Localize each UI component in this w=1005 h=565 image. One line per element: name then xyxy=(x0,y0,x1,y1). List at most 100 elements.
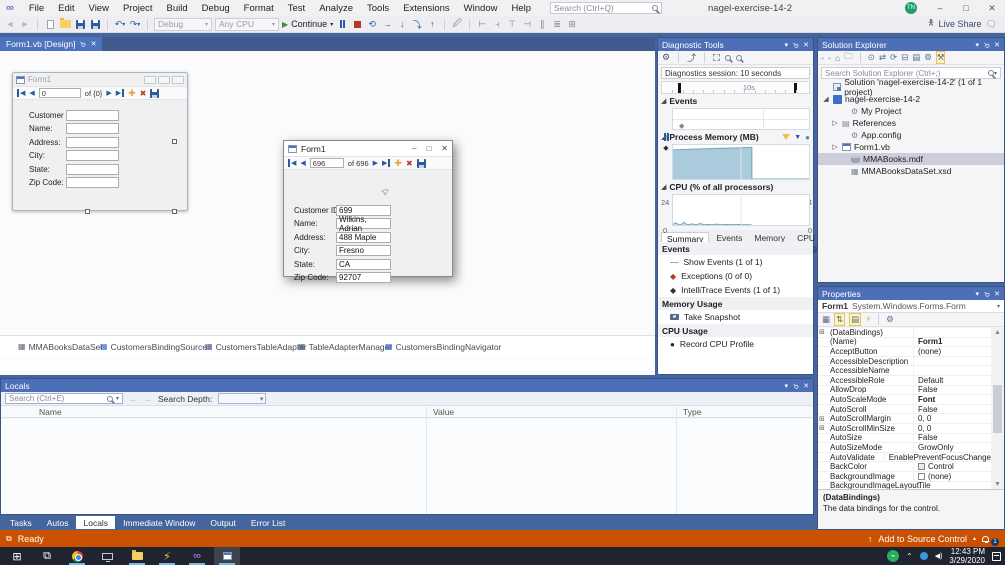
scroll-down-icon[interactable]: ▼ xyxy=(994,481,1001,488)
align-centers-icon[interactable]: ⫞ xyxy=(491,18,503,31)
bottom-tab-tasks[interactable]: Tasks xyxy=(3,516,39,529)
field-textbox[interactable]: Fresno xyxy=(336,245,391,256)
menu-project[interactable]: Project xyxy=(116,3,160,14)
forward-icon[interactable]: ◦ xyxy=(828,53,831,63)
remote-desktop-icon[interactable] xyxy=(94,547,120,565)
field-textbox[interactable]: CA xyxy=(336,258,391,270)
move-last-icon[interactable]: ▶ xyxy=(116,89,125,97)
property-value[interactable]: EnablePreventFocusChange xyxy=(885,453,991,462)
move-next-icon[interactable]: ▶ xyxy=(373,159,378,167)
notifications-bell-icon[interactable] xyxy=(982,535,989,543)
delete-icon[interactable]: ✖ xyxy=(406,159,413,168)
export-icon[interactable]: ⤴ xyxy=(687,51,696,64)
search-previous-icon[interactable]: ← xyxy=(129,394,138,404)
sql-tool-icon[interactable]: ⚡ xyxy=(154,547,180,565)
menu-format[interactable]: Format xyxy=(237,3,281,14)
field-textbox[interactable] xyxy=(66,136,119,148)
visual-studio-icon[interactable]: ∞ xyxy=(184,547,210,565)
menu-extensions[interactable]: Extensions xyxy=(396,3,456,14)
continue-button[interactable]: ▶ Continue ▾ xyxy=(282,18,333,31)
window-menu-icon[interactable]: ▾ xyxy=(975,290,979,298)
field-textbox[interactable] xyxy=(66,177,119,188)
intellitrace-event-marker[interactable]: ◆ xyxy=(679,122,684,130)
selection-tool-icon[interactable] xyxy=(713,54,721,61)
close-button[interactable]: ✕ xyxy=(979,0,1005,16)
reset-zoom-icon[interactable] xyxy=(736,54,743,61)
property-row-backgroundimage[interactable]: BackgroundImage (none) xyxy=(818,472,991,482)
preview-selected-items-icon[interactable]: ⚒ xyxy=(935,51,946,64)
locals-grid-body[interactable] xyxy=(1,419,813,514)
close-icon[interactable]: ✕ xyxy=(994,290,1000,298)
summary-item[interactable]: ◆ IntelliTrace Events (1 of 1) xyxy=(658,283,813,297)
close-icon[interactable]: ✕ xyxy=(803,41,809,49)
taskbar-clock[interactable]: 12:43 PM 3/29/2020 xyxy=(949,547,985,565)
field-textbox[interactable] xyxy=(66,109,119,121)
expander-icon[interactable]: ▷ xyxy=(831,143,839,151)
tray-component-tableadaptermanager[interactable]: ▦ TableAdapterManager xyxy=(298,342,392,352)
menu-file[interactable]: File xyxy=(22,3,51,14)
maximize-button[interactable]: □ xyxy=(426,144,431,153)
bottom-tab-locals[interactable]: Locals xyxy=(76,516,116,529)
show-hidden-icons-chevron[interactable]: ⌃ xyxy=(906,552,913,561)
property-row-autoscalemode[interactable]: AutoScaleMode Font xyxy=(818,395,991,405)
window-menu-icon[interactable]: ▾ xyxy=(784,382,788,390)
pin-icon[interactable]: ⚲ xyxy=(982,289,991,298)
pin-icon[interactable]: ⚲ xyxy=(791,40,800,49)
column-name[interactable]: Name xyxy=(39,407,62,417)
navigate-backward-icon[interactable]: ◄ xyxy=(4,18,16,31)
tree-item-my-project[interactable]: ⚙ My Project xyxy=(818,105,1004,117)
property-value[interactable]: 0, 0 xyxy=(914,424,991,433)
tray-component-mmabooksdataset[interactable]: ▦ MMABooksDataSet xyxy=(18,342,103,352)
expand-icon[interactable]: ⊞ xyxy=(819,328,825,336)
align-tops-icon[interactable]: ⊤ xyxy=(506,18,518,31)
resize-handle-bottom[interactable] xyxy=(85,209,90,214)
summary-item[interactable]: ● Record CPU Profile xyxy=(658,337,813,351)
property-value[interactable]: Form1 xyxy=(914,337,991,346)
solution-platform-select[interactable]: Any CPU ▾ xyxy=(215,17,279,31)
events-section-header[interactable]: ◢ Events xyxy=(658,94,813,108)
property-value[interactable]: False xyxy=(914,405,991,414)
refresh-icon[interactable]: ⟳ xyxy=(890,52,897,63)
align-lefts-icon[interactable]: ⊢ xyxy=(476,18,488,31)
solution-configuration-select[interactable]: Debug ▾ xyxy=(154,17,212,31)
minimize-button[interactable]: – xyxy=(412,144,416,153)
close-icon[interactable]: ✕ xyxy=(803,382,809,390)
undo-icon[interactable]: ↶ ▾ xyxy=(114,18,126,31)
bottom-tab-autos[interactable]: Autos xyxy=(40,516,76,529)
scrollbar-thumb[interactable] xyxy=(993,384,1002,433)
stop-debugging-icon[interactable] xyxy=(351,18,363,31)
redo-icon[interactable]: ↷ ▾ xyxy=(129,18,141,31)
bottom-tab-immediate-window[interactable]: Immediate Window xyxy=(116,516,202,529)
make-horizontal-spacing-equal-icon[interactable]: ≣ xyxy=(551,18,563,31)
property-value[interactable]: Tile xyxy=(914,481,991,489)
cpu-section-header[interactable]: ◢ CPU (% of all processors) xyxy=(658,180,813,194)
make-same-size-icon[interactable]: ⊞ xyxy=(566,18,578,31)
events-icon[interactable]: ⚡ xyxy=(865,314,871,325)
property-row-accessiblerole[interactable]: AccessibleRole Default xyxy=(818,376,991,386)
make-same-width-icon[interactable]: ∥ xyxy=(536,18,548,31)
add-to-source-control-button[interactable]: Add to Source Control xyxy=(878,534,967,544)
running-form-window[interactable]: Form1 – □ ✕ ◀ ◀ 696 of 696 ▶ ▶ ✚ ✖ Custo… xyxy=(283,140,453,283)
snapshot-marker-icon[interactable]: ● xyxy=(805,133,810,142)
position-input[interactable]: 0 xyxy=(38,88,81,98)
start-button[interactable]: ⊞ xyxy=(4,547,30,565)
settings-gear-icon[interactable]: ⚙ xyxy=(662,52,670,63)
form1-app-icon[interactable] xyxy=(214,547,240,565)
alphabetical-icon[interactable]: ⇅ xyxy=(834,313,846,326)
tray-component-customersbindingnavigator[interactable]: ▦ CustomersBindingNavigator xyxy=(385,342,501,352)
menu-help[interactable]: Help xyxy=(504,3,538,14)
file-explorer-icon[interactable] xyxy=(124,547,150,565)
expand-icon[interactable]: ⊞ xyxy=(819,415,825,423)
move-first-icon[interactable]: ◀ xyxy=(288,159,296,167)
show-all-files-icon[interactable]: ▤ xyxy=(912,52,920,63)
add-new-icon[interactable]: ✚ xyxy=(394,158,402,169)
property-row-autoscrollmargin[interactable]: AutoScrollMargin ⊞ 0, 0 xyxy=(818,414,991,424)
categorized-icon[interactable]: ▦ xyxy=(822,314,830,325)
action-center-icon[interactable] xyxy=(992,551,1001,561)
collapse-all-icon[interactable]: ⊟ xyxy=(901,52,908,63)
tray-component-customersbindingsource[interactable]: ▦ CustomersBindingSource xyxy=(100,342,207,352)
pin-icon[interactable]: ⚲ xyxy=(982,40,991,49)
window-menu-icon[interactable]: ▾ xyxy=(784,41,788,49)
property-value[interactable]: False xyxy=(914,385,991,394)
live-share-button[interactable]: Live Share xyxy=(939,19,982,29)
